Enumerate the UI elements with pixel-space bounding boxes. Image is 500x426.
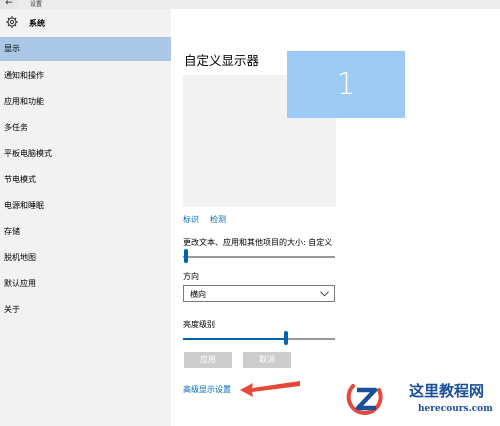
brightness-slider-thumb[interactable] bbox=[284, 331, 288, 345]
chevron-down-icon bbox=[320, 291, 329, 297]
apply-button[interactable]: 应用 bbox=[184, 352, 232, 368]
sidebar-item-label: 脱机地图 bbox=[4, 253, 36, 262]
sidebar-item-battery-saver[interactable]: 节电模式 bbox=[0, 168, 171, 192]
sidebar-item-apps[interactable]: 应用和功能 bbox=[0, 90, 171, 114]
detect-link[interactable]: 检测 bbox=[210, 214, 226, 225]
sidebar-item-label: 平板电脑模式 bbox=[4, 149, 52, 158]
watermark-title: 这里教程网 bbox=[409, 382, 485, 400]
sidebar-item-label: 默认应用 bbox=[4, 279, 36, 288]
cancel-button[interactable]: 取消 bbox=[243, 352, 291, 368]
back-arrow-icon: ← bbox=[5, 0, 13, 8]
orientation-value: 横向 bbox=[190, 290, 206, 299]
back-button[interactable]: ← bbox=[0, 0, 18, 9]
orientation-select[interactable]: 横向 bbox=[183, 285, 335, 302]
sidebar-item-display[interactable]: 显示 bbox=[0, 37, 171, 61]
watermark-url: herecours.com bbox=[418, 404, 493, 414]
sidebar-header[interactable]: 系统 bbox=[0, 9, 171, 37]
sidebar-item-label: 应用和功能 bbox=[4, 97, 44, 106]
sidebar-item-label: 存储 bbox=[4, 227, 20, 236]
title-bar: ← 设置 bbox=[0, 0, 500, 9]
watermark-logo-icon bbox=[346, 384, 383, 415]
brightness-slider-fill bbox=[183, 338, 286, 340]
scale-label: 更改文本、应用和其他项目的大小: 自定义 bbox=[183, 238, 333, 247]
sidebar-item-power-sleep[interactable]: 电源和睡眠 bbox=[0, 194, 171, 218]
gear-icon bbox=[6, 16, 18, 28]
brightness-label: 亮度级别 bbox=[183, 320, 215, 329]
scale-slider-thumb[interactable] bbox=[184, 249, 188, 263]
sidebar-item-multitasking[interactable]: 多任务 bbox=[0, 116, 171, 140]
sidebar-item-label: 显示 bbox=[4, 44, 20, 53]
sidebar-item-label: 多任务 bbox=[4, 123, 28, 132]
sidebar: 系统 显示 通知和操作 应用和功能 多任务 平板电脑模式 节电模式 电源和睡眠 … bbox=[0, 9, 171, 426]
sidebar-item-storage[interactable]: 存储 bbox=[0, 220, 171, 244]
sidebar-item-notifications[interactable]: 通知和操作 bbox=[0, 64, 171, 88]
sidebar-item-label: 电源和睡眠 bbox=[4, 201, 44, 210]
watermark: 这里教程网 herecours.com bbox=[309, 350, 500, 426]
sidebar-item-tablet-mode[interactable]: 平板电脑模式 bbox=[0, 142, 171, 166]
sidebar-item-about[interactable]: 关于 bbox=[0, 298, 171, 322]
monitor-tile[interactable]: 1 bbox=[287, 51, 405, 118]
window-title: 设置 bbox=[30, 1, 43, 8]
orientation-label: 方向 bbox=[183, 272, 199, 281]
sidebar-item-label: 关于 bbox=[4, 305, 20, 314]
sidebar-item-label: 节电模式 bbox=[4, 175, 36, 184]
page-title: 自定义显示器 bbox=[184, 53, 260, 68]
advanced-display-settings-link[interactable]: 高级显示设置 bbox=[183, 384, 231, 395]
sidebar-item-default-apps[interactable]: 默认应用 bbox=[0, 272, 171, 296]
scale-slider-track[interactable] bbox=[183, 256, 335, 258]
sidebar-item-label: 通知和操作 bbox=[4, 71, 44, 80]
identify-link[interactable]: 标识 bbox=[183, 214, 199, 225]
sidebar-header-label: 系统 bbox=[29, 19, 45, 28]
sidebar-item-offline-maps[interactable]: 脱机地图 bbox=[0, 246, 171, 270]
